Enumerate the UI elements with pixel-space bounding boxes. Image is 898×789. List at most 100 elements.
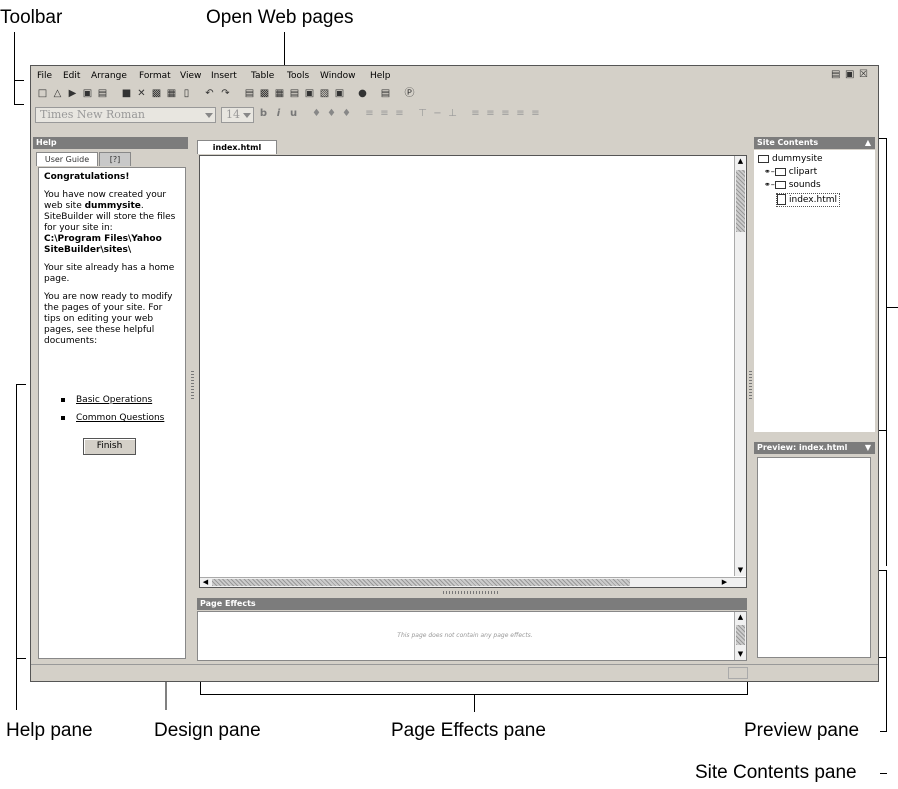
menu-arrange[interactable]: Arrange [91, 71, 127, 81]
bold-button[interactable]: b [258, 108, 269, 119]
design-vertical-scrollbar[interactable]: ▲ ▼ [734, 156, 746, 576]
menu-file[interactable]: File [37, 71, 52, 81]
font-size-select[interactable]: 14 [221, 107, 254, 123]
status-bar-cell [728, 667, 748, 679]
restore-icon[interactable]: ▤ [831, 69, 840, 80]
site-tree: dummysite ⚭– clipart ⚭– sounds index.html [758, 153, 873, 223]
scroll-right-icon[interactable]: ▶ [720, 578, 729, 587]
expand-icon[interactable]: ⚭– [764, 167, 775, 176]
help-paragraph-1: You have now created your web site dummy… [44, 190, 176, 255]
cut-format-icon[interactable]: ■ [121, 88, 132, 99]
insert-field-icon[interactable]: ▣ [304, 88, 315, 99]
help-pane-header: Help [33, 137, 188, 149]
new-site-icon[interactable]: △ [52, 88, 63, 99]
scroll-left-icon[interactable]: ◀ [201, 578, 210, 587]
sitebuilder-window: File Edit Arrange Format View Insert Tab… [30, 65, 879, 682]
align-left-icon[interactable]: ≡ [364, 108, 375, 119]
insert-button-icon[interactable]: ▧ [319, 88, 330, 99]
tab-question[interactable]: [?] [99, 152, 131, 166]
print-icon[interactable]: ▤ [97, 88, 108, 99]
new-page-icon[interactable]: □ [37, 88, 48, 99]
link-basic-operations[interactable]: Basic Operations [76, 395, 152, 405]
align-center-icon[interactable]: ≡ [379, 108, 390, 119]
menu-edit[interactable]: Edit [63, 71, 80, 81]
link-common-questions[interactable]: Common Questions [76, 413, 164, 423]
tree-root[interactable]: dummysite [758, 153, 823, 165]
scroll-up-icon[interactable]: ▲ [736, 613, 745, 622]
open-icon[interactable]: ▶ [67, 88, 78, 99]
numbered-list-icon[interactable]: ≡ [485, 108, 496, 119]
valign-top-icon[interactable]: ⊤ [417, 108, 428, 119]
insert-form-icon[interactable]: ▤ [289, 88, 300, 99]
highlight-icon[interactable]: ♦ [326, 108, 337, 119]
right-pane-splitter[interactable] [749, 369, 752, 399]
insert-table-icon[interactable]: ▦ [274, 88, 285, 99]
redo-icon[interactable]: ↷ [220, 88, 231, 99]
preview-browser-icon[interactable]: ● [357, 88, 368, 99]
tree-item-sounds[interactable]: ⚭– sounds [764, 179, 821, 191]
menu-format[interactable]: Format [139, 71, 171, 81]
design-horizontal-splitter[interactable] [443, 591, 499, 594]
menu-bar: File Edit Arrange Format View Insert Tab… [31, 66, 878, 84]
tree-item-index-html[interactable]: index.html [776, 193, 840, 207]
tree-item-clipart[interactable]: ⚭– clipart [764, 166, 817, 178]
collapse-icon[interactable]: ▲ [865, 137, 871, 149]
help-icon[interactable]: Ⓟ [404, 88, 415, 99]
outdent-icon[interactable]: ≡ [515, 108, 526, 119]
chevron-down-icon[interactable]: ▼ [865, 442, 871, 454]
page-effects-scrollbar[interactable]: ▲ ▼ [734, 612, 746, 660]
help-pane-splitter[interactable] [191, 369, 194, 399]
valign-bottom-icon[interactable]: ⊥ [447, 108, 458, 119]
underline-button[interactable]: u [288, 108, 299, 119]
link-icon[interactable]: ♦ [341, 108, 352, 119]
design-hscroll-thumb[interactable] [212, 579, 630, 586]
chevron-down-icon [243, 113, 251, 118]
bullet-icon [61, 398, 65, 402]
font-name-select[interactable]: Times New Roman [35, 107, 216, 123]
undo-icon[interactable]: ↶ [204, 88, 215, 99]
page-effects-pane: This page does not contain any page effe… [197, 611, 747, 661]
cut-icon[interactable]: ✕ [136, 88, 147, 99]
definition-list-icon[interactable]: ≡ [500, 108, 511, 119]
design-vscroll-thumb[interactable] [736, 170, 745, 232]
valign-middle-icon[interactable]: − [432, 108, 443, 119]
help-paragraph-3: You are now ready to modify the pages of… [44, 292, 173, 346]
scroll-up-icon[interactable]: ▲ [736, 157, 745, 166]
copy-icon[interactable]: ▩ [151, 88, 162, 99]
paste-icon[interactable]: ▦ [166, 88, 177, 99]
publish-icon[interactable]: ▤ [380, 88, 391, 99]
insert-text-icon[interactable]: ▤ [244, 88, 255, 99]
insert-image-icon[interactable]: ▩ [259, 88, 270, 99]
text-color-icon[interactable]: ♦ [311, 108, 322, 119]
close-icon[interactable]: ☒ [859, 69, 868, 80]
design-horizontal-scrollbar[interactable]: ◀ ▶ [200, 577, 746, 587]
chevron-down-icon [205, 113, 213, 118]
page-effects-scroll-thumb[interactable] [736, 625, 745, 645]
align-right-icon[interactable]: ≡ [394, 108, 405, 119]
bulleted-list-icon[interactable]: ≡ [470, 108, 481, 119]
menu-tools[interactable]: Tools [287, 71, 309, 81]
insert-object-icon[interactable]: ▣ [334, 88, 345, 99]
design-pane[interactable]: ▲ ▼ ◀ ▶ [199, 155, 747, 588]
save-icon[interactable]: ▣ [82, 88, 93, 99]
formatting-toolbar: Times New Roman 14 b i u ♦ ♦ ♦ ≡ ≡ ≡ ⊤ −… [31, 106, 878, 124]
page-effects-header: Page Effects [197, 598, 747, 610]
menu-insert[interactable]: Insert [211, 71, 237, 81]
folder-icon [758, 154, 769, 163]
italic-button[interactable]: i [273, 108, 284, 119]
indent-icon[interactable]: ≡ [530, 108, 541, 119]
menu-window[interactable]: Window [320, 71, 356, 81]
scroll-down-icon[interactable]: ▼ [736, 566, 745, 575]
tab-index-html[interactable]: index.html [197, 140, 277, 154]
menu-help[interactable]: Help [370, 71, 391, 81]
status-bar [31, 664, 878, 681]
scroll-down-icon[interactable]: ▼ [736, 650, 745, 659]
bullet-icon [61, 416, 65, 420]
maximize-icon[interactable]: ▣ [845, 69, 854, 80]
menu-view[interactable]: View [180, 71, 201, 81]
delete-icon[interactable]: ▯ [181, 88, 192, 99]
expand-icon[interactable]: ⚭– [764, 180, 775, 189]
menu-table[interactable]: Table [251, 71, 274, 81]
finish-button[interactable]: Finish [83, 438, 136, 455]
tab-user-guide[interactable]: User Guide [36, 152, 98, 166]
